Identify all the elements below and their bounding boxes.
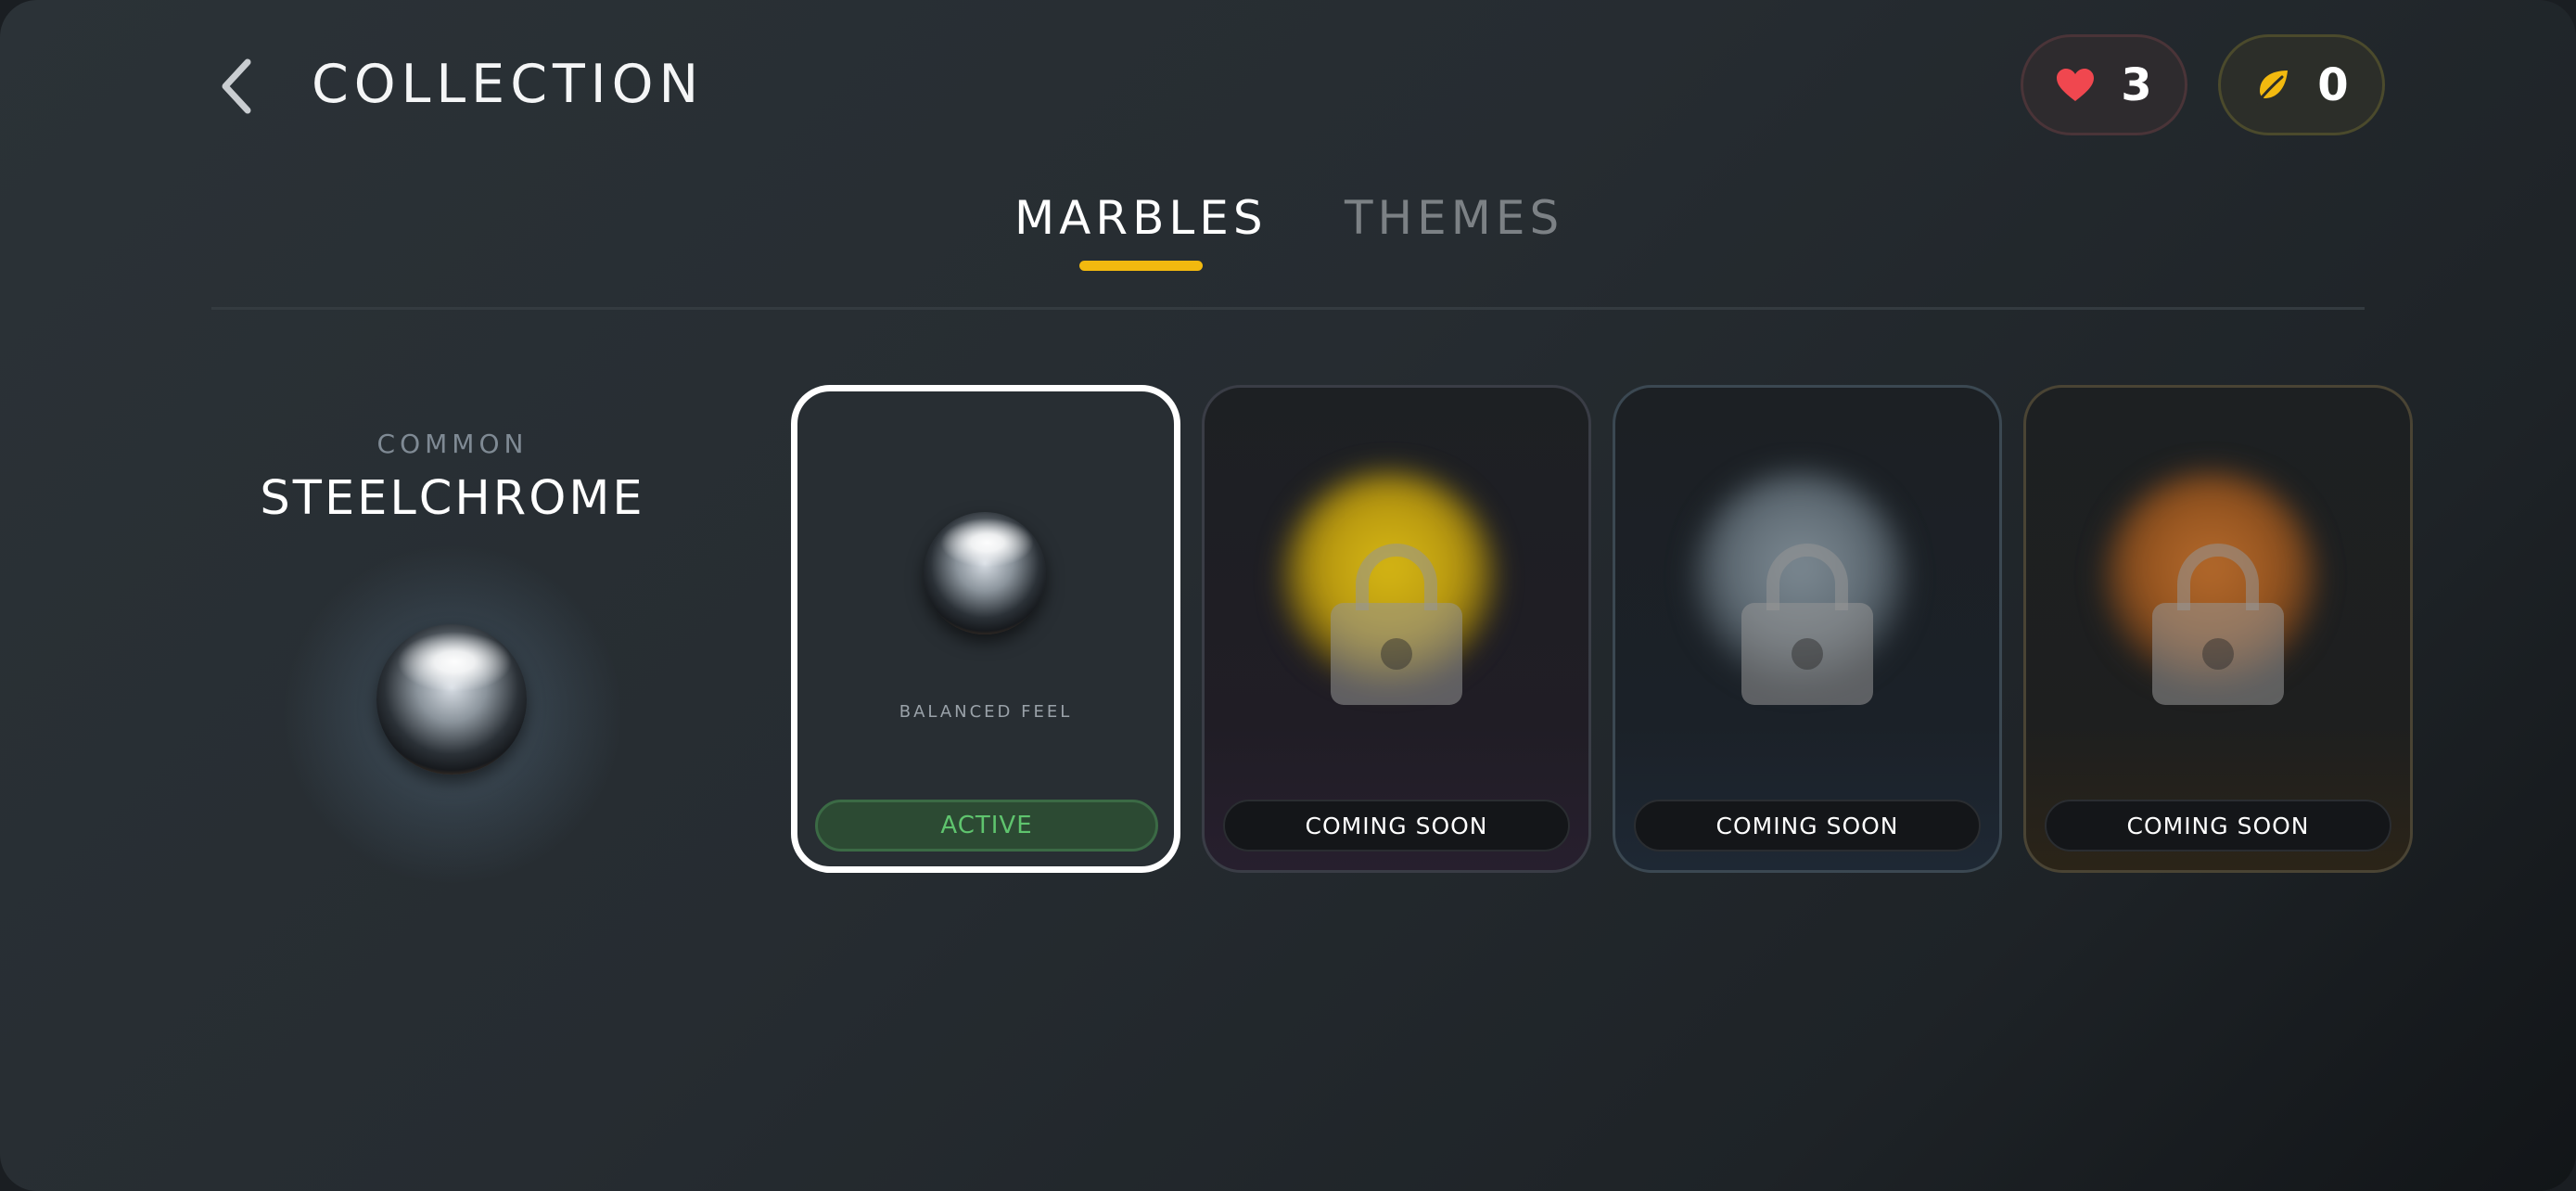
tab-themes[interactable]: THEMES [1345,186,1563,250]
rarity-label: COMMON [376,429,529,459]
marble-card-locked-bronze[interactable]: COMING SOON [2023,385,2413,873]
lock-icon [1741,544,1873,705]
active-tab-indicator [1079,261,1203,271]
card-description: BALANCED FEEL [899,702,1073,722]
lock-icon [2152,544,2284,705]
chevron-left-icon [222,58,251,113]
active-badge: ACTIVE [815,800,1158,852]
collection-screen: COLLECTION 3 0 MARBLES THEMES COMMON STE… [0,0,2576,1191]
lives-counter[interactable]: 3 [2021,34,2187,135]
lock-icon [1331,544,1462,705]
marble-name: STEELCHROME [260,471,645,526]
coming-soon-badge: COMING SOON [1634,800,1981,852]
page-title: COLLECTION [312,54,705,115]
coming-soon-badge: COMING SOON [2045,800,2391,852]
leaf-counter[interactable]: 0 [2218,34,2385,135]
marble-card-locked-silver[interactable]: COMING SOON [1613,385,2002,873]
back-button[interactable] [204,51,269,121]
tab-marbles[interactable]: MARBLES [1014,186,1268,250]
leaf-count: 0 [2317,58,2349,111]
heart-icon [2056,68,2095,103]
header-divider [211,307,2365,310]
lives-count: 3 [2121,58,2152,111]
coming-soon-badge: COMING SOON [1223,800,1570,852]
steelchrome-marble [924,512,1046,634]
marble-card-locked-gold[interactable]: COMING SOON [1202,385,1591,873]
marble-preview [376,624,527,775]
leaf-icon [2254,67,2291,104]
